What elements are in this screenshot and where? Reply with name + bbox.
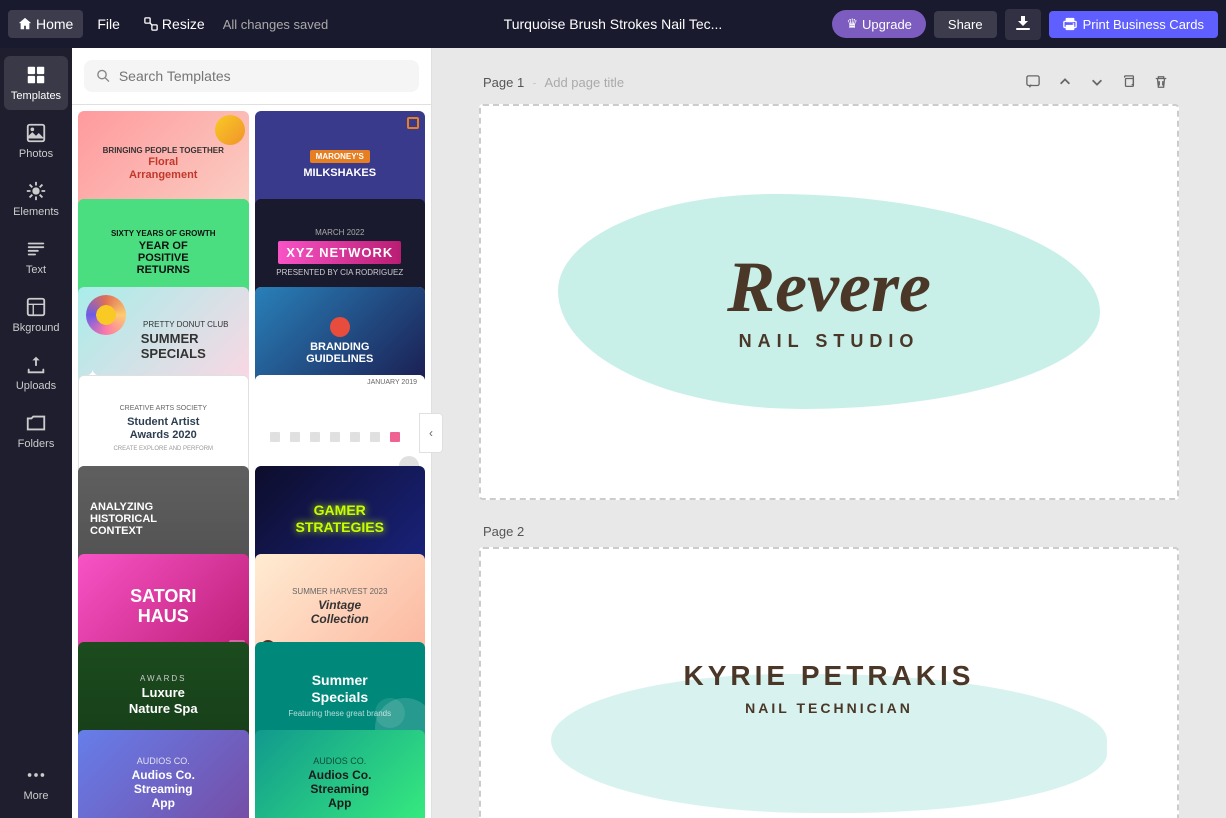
more-icon bbox=[25, 764, 47, 786]
page-1-add-title[interactable]: Add page title bbox=[545, 75, 625, 90]
page-move-up-button[interactable] bbox=[1051, 68, 1079, 96]
download-icon bbox=[1015, 15, 1031, 31]
sidebar-item-background[interactable]: Bkground bbox=[4, 288, 68, 342]
comment-icon bbox=[1026, 75, 1040, 89]
uploads-icon bbox=[25, 354, 47, 376]
page-2-design[interactable]: KYRIE PETRAKIS NAIL TECHNICIAN bbox=[479, 547, 1179, 818]
sidebar-item-elements[interactable]: Elements bbox=[4, 172, 68, 226]
search-icon bbox=[96, 68, 111, 84]
page-1-title-area: Page 1 - Add page title bbox=[483, 75, 624, 90]
sidebar-item-uploads[interactable]: Uploads bbox=[4, 346, 68, 400]
chevron-up-icon bbox=[1058, 75, 1072, 89]
resize-button[interactable]: Resize bbox=[134, 10, 215, 38]
template-grid: BRINGING PEOPLE TOGETHER Floral Arrangem… bbox=[72, 105, 431, 818]
text-icon bbox=[25, 238, 47, 260]
page-move-down-button[interactable] bbox=[1083, 68, 1111, 96]
autosave-status: All changes saved bbox=[223, 17, 329, 32]
download-button[interactable] bbox=[1005, 9, 1041, 40]
revere-text: Revere bbox=[727, 251, 931, 323]
crown-icon: ♛ bbox=[846, 16, 858, 32]
page-2-header: Page 2 bbox=[479, 524, 1179, 539]
page-1-label: Page 1 bbox=[483, 75, 524, 90]
print-button[interactable]: Print Business Cards bbox=[1049, 11, 1218, 38]
sidebar-item-folders[interactable]: Folders bbox=[4, 404, 68, 458]
nail-studio-text: NAIL STUDIO bbox=[739, 331, 920, 352]
trash-icon bbox=[1154, 75, 1168, 89]
resize-icon bbox=[144, 17, 158, 31]
search-input-wrap[interactable] bbox=[84, 60, 419, 92]
page-2-container: Page 2 KYRIE PETRAKIS NAIL TECHNICIAN bbox=[479, 524, 1179, 818]
template-card-audios2[interactable]: AUDIOS CO. Audios Co.StreamingApp bbox=[255, 730, 426, 818]
page-2-label: Page 2 bbox=[483, 524, 524, 539]
top-nav: Home File Resize All changes saved Turqu… bbox=[0, 0, 1226, 48]
page-delete-button[interactable] bbox=[1147, 68, 1175, 96]
nav-actions: ♛ Upgrade Share Print Business Cards bbox=[832, 9, 1218, 40]
photos-icon bbox=[25, 122, 47, 144]
sidebar-item-text[interactable]: Text bbox=[4, 230, 68, 284]
kyrie-name: KYRIE PETRAKIS bbox=[684, 660, 975, 692]
search-input[interactable] bbox=[119, 68, 407, 84]
background-icon bbox=[25, 296, 47, 318]
template-card-audios1[interactable]: AUDIOS CO. Audios Co.StreamingApp bbox=[78, 730, 249, 818]
page-1-design[interactable]: Revere NAIL STUDIO bbox=[479, 104, 1179, 500]
chevron-down-icon bbox=[1090, 75, 1104, 89]
page-duplicate-button[interactable] bbox=[1115, 68, 1143, 96]
page-1-controls bbox=[1019, 68, 1175, 96]
main-body: Templates Photos Elements Text Bkground … bbox=[0, 48, 1226, 818]
brush-stroke-2 bbox=[551, 674, 1108, 813]
file-button[interactable]: File bbox=[87, 10, 130, 38]
folders-icon bbox=[25, 412, 47, 434]
page-2-title-area: Page 2 bbox=[483, 524, 524, 539]
print-icon bbox=[1063, 17, 1077, 31]
canvas-area: Page 1 - Add page title bbox=[432, 48, 1226, 818]
sidebar-item-more[interactable]: More bbox=[4, 756, 68, 810]
page-comment-button[interactable] bbox=[1019, 68, 1047, 96]
duplicate-icon bbox=[1122, 75, 1136, 89]
page-1-header: Page 1 - Add page title bbox=[479, 68, 1179, 96]
page-1-container: Page 1 - Add page title bbox=[479, 68, 1179, 500]
sidebar: Templates Photos Elements Text Bkground … bbox=[0, 48, 72, 818]
templates-panel: BRINGING PEOPLE TOGETHER Floral Arrangem… bbox=[72, 48, 432, 818]
search-bar bbox=[72, 48, 431, 105]
sidebar-item-templates[interactable]: Templates bbox=[4, 56, 68, 110]
home-icon bbox=[18, 17, 32, 31]
home-button[interactable]: Home bbox=[8, 10, 83, 38]
templates-icon bbox=[25, 64, 47, 86]
collapse-panel-button[interactable]: ‹ bbox=[419, 413, 443, 453]
upgrade-button[interactable]: ♛ Upgrade bbox=[832, 10, 926, 38]
kyrie-title: NAIL TECHNICIAN bbox=[745, 700, 913, 716]
sidebar-item-photos[interactable]: Photos bbox=[4, 114, 68, 168]
share-button[interactable]: Share bbox=[934, 11, 997, 38]
elements-icon bbox=[25, 180, 47, 202]
document-title: Turquoise Brush Strokes Nail Tec... bbox=[504, 16, 723, 32]
